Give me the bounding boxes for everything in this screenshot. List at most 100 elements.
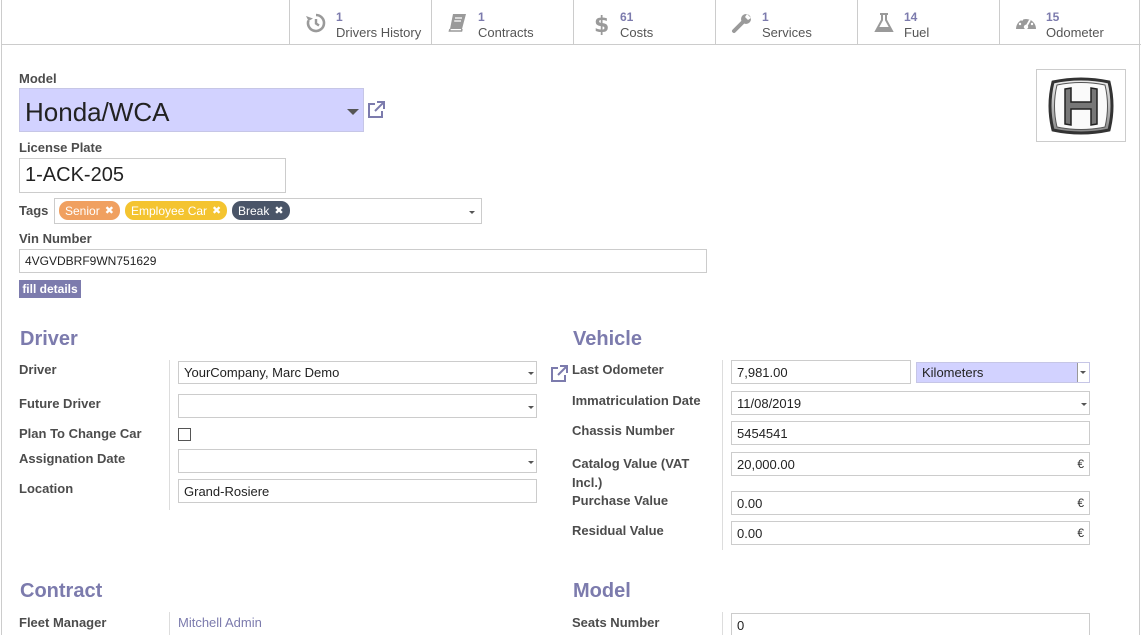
- future-driver-select[interactable]: [178, 394, 537, 418]
- catalog-value-label-line1: Catalog Value (VAT: [572, 456, 690, 471]
- tag-label: Employee Car: [131, 203, 208, 218]
- select-arrow-box: [1077, 363, 1089, 382]
- contracts-button[interactable]: 1 Contracts: [431, 0, 573, 45]
- model-value: Honda/WCA: [25, 97, 170, 127]
- wrench-icon: [730, 11, 754, 35]
- chevron-down-icon: [528, 372, 534, 375]
- external-link-icon[interactable]: [366, 100, 386, 120]
- catalog-value-label: Catalog Value (VAT Incl.): [572, 454, 689, 492]
- fleet-manager-link[interactable]: Mitchell Admin: [178, 615, 262, 630]
- chevron-down-icon: [528, 406, 534, 409]
- tag-label: Senior: [65, 203, 100, 218]
- tag-break[interactable]: Break ✖: [232, 201, 290, 220]
- currency-symbol: €: [1077, 496, 1084, 510]
- smart-button-box: 1 Drivers History 1 Contracts $ 61 Costs…: [289, 0, 1141, 45]
- fuel-label: Fuel: [904, 25, 930, 40]
- chassis-number-value: 5454541: [737, 425, 788, 441]
- chassis-number-input[interactable]: 5454541: [731, 421, 1090, 445]
- tag-label: Break: [238, 203, 270, 218]
- odometer-button[interactable]: 15 Odometer: [999, 0, 1141, 45]
- costs-label: Costs: [620, 25, 654, 40]
- dollar-icon: $: [588, 11, 612, 38]
- driver-select[interactable]: YourCompany, Marc Demo: [178, 361, 537, 384]
- odometer-count: 15: [1046, 10, 1060, 24]
- header-divider: [2, 44, 289, 45]
- label-divider: [169, 360, 170, 510]
- immatriculation-date-value: 11/08/2019: [737, 395, 802, 411]
- catalog-value-label-line2: Incl.): [572, 475, 603, 490]
- odometer-unit-value: Kilometers: [922, 365, 984, 380]
- license-plate-label: License Plate: [19, 140, 103, 155]
- residual-value-label: Residual Value: [572, 523, 664, 538]
- tag-employee-car[interactable]: Employee Car ✖: [125, 201, 228, 220]
- currency-symbol: €: [1077, 457, 1084, 471]
- honda-logo-icon: [1048, 77, 1114, 135]
- odometer-value: 7,981.00: [737, 364, 788, 380]
- history-icon: [304, 11, 328, 35]
- fill-details-button[interactable]: fill details: [19, 280, 81, 298]
- odometer-unit-select[interactable]: Kilometers: [916, 362, 1090, 383]
- currency-symbol: €: [1077, 526, 1084, 540]
- license-plate-input[interactable]: 1-ACK-205: [19, 158, 286, 193]
- catalog-value-value: 20,000.00: [737, 456, 795, 472]
- seats-number-input[interactable]: 0: [731, 613, 1090, 635]
- location-input[interactable]: Grand-Rosiere: [178, 479, 537, 503]
- flask-icon: [872, 11, 896, 35]
- odometer-input[interactable]: 7,981.00: [731, 360, 911, 384]
- vehicle-logo-image[interactable]: [1036, 69, 1126, 142]
- label-divider: [722, 612, 723, 635]
- driver-section-title: Driver: [20, 328, 78, 350]
- catalog-value-input[interactable]: 20,000.00 €: [731, 452, 1090, 476]
- label-divider: [169, 612, 170, 635]
- costs-count: 61: [620, 10, 634, 24]
- chevron-down-icon: [1080, 371, 1086, 374]
- residual-value-value: 0.00: [737, 525, 763, 541]
- tag-senior[interactable]: Senior ✖: [59, 201, 120, 220]
- seats-number-value: 0: [737, 617, 745, 633]
- residual-value-input[interactable]: 0.00 €: [731, 521, 1090, 545]
- chevron-down-icon: [469, 211, 475, 214]
- model-select[interactable]: Honda/WCA: [19, 88, 364, 132]
- seats-number-label: Seats Number: [572, 615, 660, 630]
- vin-label: Vin Number: [19, 231, 92, 246]
- book-icon: [446, 11, 470, 35]
- driver-label: Driver: [19, 362, 57, 377]
- drivers-history-label: Drivers History: [336, 25, 422, 40]
- drivers-history-button[interactable]: 1 Drivers History: [289, 0, 431, 45]
- fleet-manager-label: Fleet Manager: [19, 615, 107, 630]
- license-plate-value: 1-ACK-205: [25, 164, 124, 186]
- chevron-down-icon: [1081, 403, 1087, 406]
- svg-text:$: $: [594, 13, 609, 35]
- model-label: Model: [19, 71, 57, 86]
- assignation-date-input[interactable]: [178, 449, 537, 473]
- tachometer-icon: [1014, 11, 1038, 35]
- purchase-value-input[interactable]: 0.00 €: [731, 491, 1090, 515]
- label-divider: [722, 360, 723, 550]
- vin-input[interactable]: 4VGVDBRF9WN751629: [19, 249, 707, 273]
- fuel-button[interactable]: 14 Fuel: [857, 0, 999, 45]
- immatriculation-date-label: Immatriculation Date: [572, 393, 701, 408]
- costs-button[interactable]: $ 61 Costs: [573, 0, 715, 45]
- remove-tag-icon[interactable]: ✖: [105, 204, 114, 217]
- contracts-count: 1: [478, 10, 485, 24]
- services-button[interactable]: 1 Services: [715, 0, 857, 45]
- location-value: Grand-Rosiere: [184, 483, 270, 499]
- immatriculation-date-input[interactable]: 11/08/2019: [731, 391, 1090, 415]
- purchase-value-value: 0.00: [737, 495, 763, 511]
- contracts-label: Contracts: [478, 25, 534, 40]
- model-section-title: Model: [573, 580, 631, 602]
- chevron-down-icon: [528, 461, 534, 464]
- vin-value: 4VGVDBRF9WN751629: [25, 254, 157, 268]
- contract-section-title: Contract: [20, 580, 103, 602]
- odometer-label: Odometer: [1046, 25, 1104, 40]
- plan-change-checkbox[interactable]: [178, 428, 191, 441]
- drivers-history-count: 1: [336, 10, 343, 24]
- services-label: Services: [762, 25, 812, 40]
- assignation-date-label: Assignation Date: [19, 451, 126, 466]
- remove-tag-icon[interactable]: ✖: [212, 204, 221, 217]
- remove-tag-icon[interactable]: ✖: [274, 204, 283, 217]
- external-link-icon[interactable]: [549, 364, 569, 384]
- services-count: 1: [762, 10, 769, 24]
- vehicle-section-title: Vehicle: [573, 328, 642, 350]
- future-driver-label: Future Driver: [19, 396, 101, 411]
